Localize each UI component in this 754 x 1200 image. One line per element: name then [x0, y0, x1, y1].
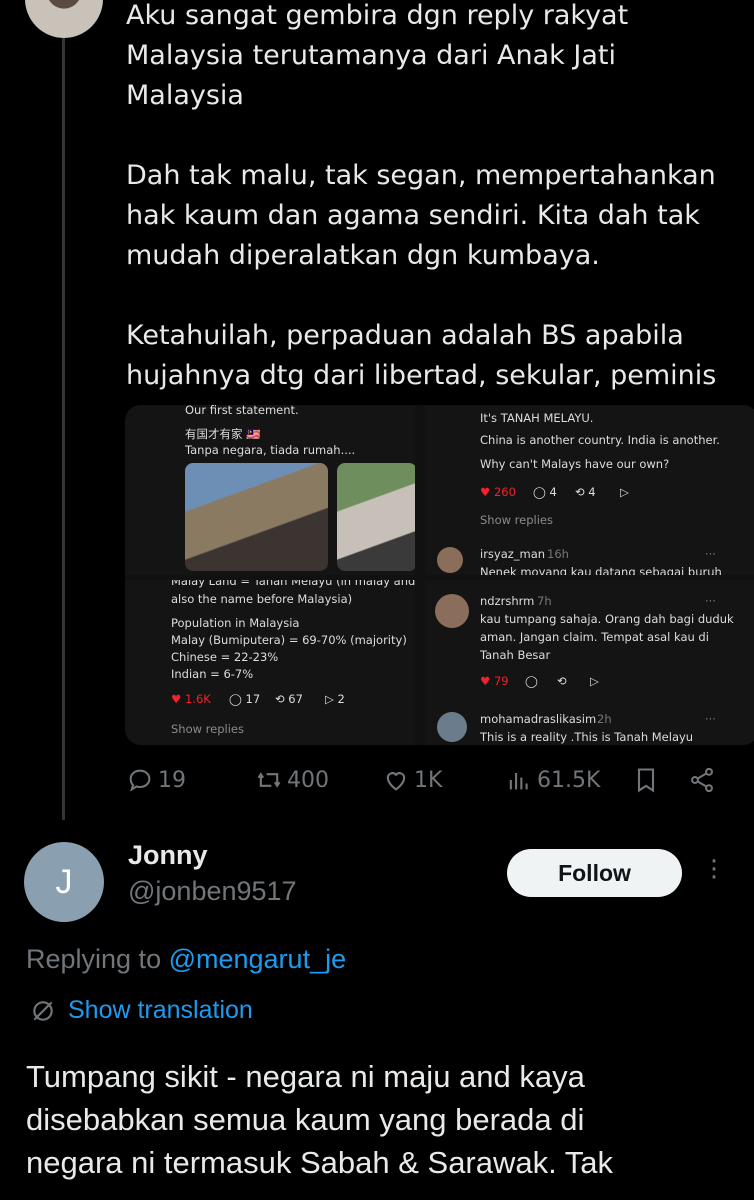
like-button[interactable]: 1K [382, 766, 442, 794]
media-username: ndzrshrm [480, 594, 535, 608]
show-replies[interactable]: Show replies [480, 511, 553, 529]
media-panel-4[interactable]: ndzrshrm 7h ··· kau tumpang sahaja. Oran… [425, 580, 754, 745]
reply-count: 19 [158, 767, 186, 793]
heart-icon [386, 772, 406, 791]
media-text: Malay Land = Tanah Melayu (in malay and [171, 580, 415, 588]
media-text: also the name before Malaysia) [171, 592, 353, 606]
repost-count: ⟲ 67 [275, 692, 303, 706]
bookmark-icon [637, 768, 655, 793]
media-text: Population in Malaysia [171, 616, 300, 630]
tweet-text: Aku sangat gembira dgn reply rakyat Mala… [126, 0, 736, 436]
reply-count: ◯ 17 [229, 692, 261, 706]
more-icon: ··· [705, 547, 716, 561]
share-button[interactable] [688, 766, 716, 794]
share-icon [691, 767, 713, 793]
media-time: 16h [547, 547, 569, 561]
reply-button[interactable]: 19 [126, 766, 186, 794]
photo-image [185, 463, 328, 571]
reply-count: ◯ 4 [533, 485, 557, 499]
media-text: Tanpa negara, tiada rumah.... [185, 443, 356, 457]
repost-count: ⟲ 4 [575, 485, 596, 499]
reply-icon: ◯ [525, 674, 538, 688]
reply-author-handle[interactable]: @jonben9517 [128, 876, 297, 907]
views-button[interactable]: 61.5K [505, 766, 600, 794]
media-text: This is a reality .This is Tanah Melayu [480, 730, 694, 744]
media-panel-3[interactable]: Malay Land = Tanah Melayu (in malay and … [125, 580, 415, 745]
tweet-paragraph: Ketahuilah, perpaduan adalah BS apabila … [126, 320, 717, 391]
avatar[interactable] [25, 0, 103, 38]
like-count: ♥ 79 [480, 674, 509, 688]
show-replies[interactable]: Show replies [171, 720, 244, 738]
bookmark-button[interactable] [632, 766, 660, 794]
show-translation-button[interactable]: Show translation [30, 996, 253, 1025]
tweet-paragraph: Aku sangat gembira dgn reply rakyat Mala… [126, 0, 629, 111]
media-panel-2[interactable]: It's TANAH MELAYU. China is another coun… [425, 405, 754, 575]
more-options-icon[interactable]: · · · [705, 849, 723, 891]
media-username: irsyaz_man [480, 547, 546, 561]
repost-icon: ⟲ [557, 674, 567, 688]
media-text: China is another country. India is anoth… [480, 433, 720, 447]
media-text: Nenek moyang kau datang sebagai buruh [480, 565, 722, 575]
media-time: 2h [597, 712, 612, 726]
repost-icon [257, 772, 281, 788]
follow-button[interactable]: Follow [507, 849, 682, 897]
share-icon: ▷ [620, 485, 629, 499]
tweet-media[interactable]: Our first statement. 有国才有家 🇲🇾 Tanpa nega… [125, 405, 754, 745]
share-icon: ▷ [590, 674, 599, 688]
media-text: Malay (Bumiputera) = 69-70% (majority) [171, 633, 407, 647]
tweet-paragraph: Dah tak malu, tak segan, mempertahankan … [126, 160, 716, 271]
translate-icon [33, 1000, 53, 1021]
reply-text: Tumpang sikit - negara ni maju and kaya … [26, 1059, 614, 1180]
repost-count: 400 [287, 767, 329, 793]
media-text: Indian = 6-7% [171, 667, 254, 681]
avatar[interactable]: J [24, 842, 104, 922]
more-icon: ··· [705, 712, 716, 726]
media-text: Our first statement. [185, 405, 299, 417]
media-text: It's TANAH MELAYU. [480, 411, 594, 425]
media-text: Why can't Malays have our own? [480, 457, 670, 471]
avatar [435, 594, 469, 628]
thread-line [62, 30, 65, 820]
media-username: mohamadraslikasim [480, 712, 597, 726]
like-count: 1K [414, 767, 443, 793]
more-icon: ··· [705, 594, 716, 608]
replying-to: Replying to @mengarut_je [26, 944, 346, 975]
show-translation-label: Show translation [68, 996, 253, 1024]
media-text: Tanah Besar [480, 648, 551, 662]
reply-icon [129, 769, 151, 792]
media-time: 7h [537, 594, 552, 608]
views-count: 61.5K [537, 767, 601, 793]
reply-author-name[interactable]: Jonny [128, 840, 208, 871]
media-text: Chinese = 22-23% [171, 650, 279, 664]
share-count: ▷ 2 [325, 692, 345, 706]
like-count: ♥ 260 [480, 485, 516, 499]
repost-button[interactable]: 400 [255, 766, 329, 794]
views-icon [509, 773, 528, 790]
media-panel-1[interactable]: Our first statement. 有国才有家 🇲🇾 Tanpa nega… [125, 405, 415, 575]
like-count: ♥ 1.6K [171, 692, 211, 706]
avatar [437, 712, 467, 742]
media-text: kau tumpang sahaja. Orang dah bagi duduk [480, 612, 734, 626]
avatar [437, 547, 463, 573]
tweet-actions: 19 400 1K 61.5K [0, 766, 754, 800]
media-text: aman. Jangan claim. Tempat asal kau di [480, 630, 709, 644]
replying-mention-link[interactable]: @mengarut_je [169, 944, 347, 974]
photo-image [337, 463, 415, 571]
replying-prefix: Replying to [26, 944, 169, 974]
